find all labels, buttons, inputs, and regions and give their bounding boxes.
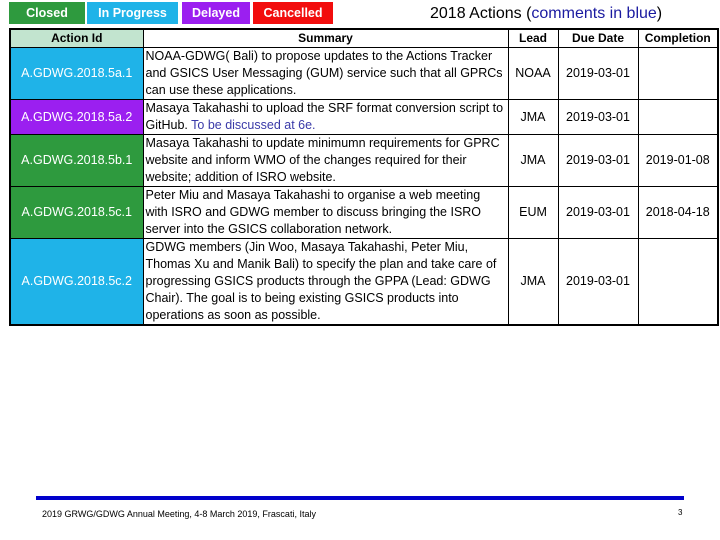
title-comment: comments in blue	[531, 5, 657, 22]
completion-cell	[637, 47, 719, 100]
due-date-cell: 2019-03-01	[557, 186, 639, 239]
lead-cell: JMA	[507, 134, 559, 187]
legend-in-progress: In Progress	[87, 2, 178, 24]
header-summary: Summary	[142, 28, 509, 48]
comment-text: To be discussed at 6e.	[191, 118, 316, 132]
lead-cell: JMA	[507, 99, 559, 135]
title-text: 2018 Actions (	[430, 5, 532, 22]
summary-cell: NOAA-GDWG( Bali) to propose updates to t…	[142, 47, 509, 100]
completion-cell: 2018-04-18	[637, 186, 719, 239]
table-row: A.GDWG.2018.5c.1 Peter Miu and Masaya Tak…	[9, 186, 719, 239]
lead-cell: JMA	[507, 238, 559, 326]
legend-closed: Closed	[9, 2, 85, 24]
footer-divider	[36, 496, 684, 500]
due-date-cell: 2019-03-01	[557, 99, 639, 135]
header-completion: Completion	[637, 28, 719, 48]
due-date-cell: 2019-03-01	[557, 47, 639, 100]
summary-text: NOAA-GDWG( Bali) to propose updates to t…	[145, 49, 503, 97]
footer-text: 2019 GRWG/GDWG Annual Meeting, 4-8 March…	[42, 509, 316, 519]
action-id: A.GDWG.2018.5c.1	[9, 186, 144, 239]
header-lead: Lead	[507, 28, 559, 48]
table-row: A.GDWG.2018.5a.1 NOAA-GDWG( Bali) to prop…	[9, 47, 719, 100]
completion-cell	[637, 238, 719, 326]
action-id: A.GDWG.2018.5c.2	[9, 238, 144, 326]
due-date-cell: 2019-03-01	[557, 238, 639, 326]
lead-cell: EUM	[507, 186, 559, 239]
summary-cell: GDWG members (Jin Woo, Masaya Takahashi,…	[142, 238, 509, 326]
completion-cell: 2019-01-08	[637, 134, 719, 187]
lead-cell: NOAA	[507, 47, 559, 100]
header-action-id: Action Id	[9, 28, 144, 48]
page-number: 3	[678, 508, 683, 517]
actions-table: Action Id Summary Lead Due Date Completi…	[9, 28, 719, 326]
completion-cell	[637, 99, 719, 135]
action-id: A.GDWG.2018.5a.2	[9, 99, 144, 135]
summary-text: Peter Miu and Masaya Takahashi to organi…	[145, 188, 482, 236]
action-id: A.GDWG.2018.5a.1	[9, 47, 144, 100]
summary-cell: Masaya Takahashi to upload the SRF forma…	[142, 99, 509, 135]
summary-text: GDWG members (Jin Woo, Masaya Takahashi,…	[145, 240, 497, 322]
table-row: A.GDWG.2018.5a.2 Masaya Takahashi to uplo…	[9, 99, 719, 135]
due-date-cell: 2019-03-01	[557, 134, 639, 187]
action-id: A.GDWG.2018.5b.1	[9, 134, 144, 187]
table-row: A.GDWG.2018.5b.1 Masaya Takahashi to upda…	[9, 134, 719, 187]
header-due-date: Due Date	[557, 28, 639, 48]
legend-delayed: Delayed	[182, 2, 250, 24]
summary-cell: Peter Miu and Masaya Takahashi to organi…	[142, 186, 509, 239]
header-row: Action Id Summary Lead Due Date Completi…	[9, 28, 719, 48]
legend-cancelled: Cancelled	[253, 2, 333, 24]
summary-cell: Masaya Takahashi to update minimumn requ…	[142, 134, 509, 187]
title-close: )	[656, 5, 663, 22]
table-row: A.GDWG.2018.5c.2 GDWG members (Jin Woo, M…	[9, 238, 719, 326]
summary-text: Masaya Takahashi to update minimumn requ…	[145, 136, 500, 184]
page-title: 2018 Actions (comments in blue)	[430, 5, 662, 23]
